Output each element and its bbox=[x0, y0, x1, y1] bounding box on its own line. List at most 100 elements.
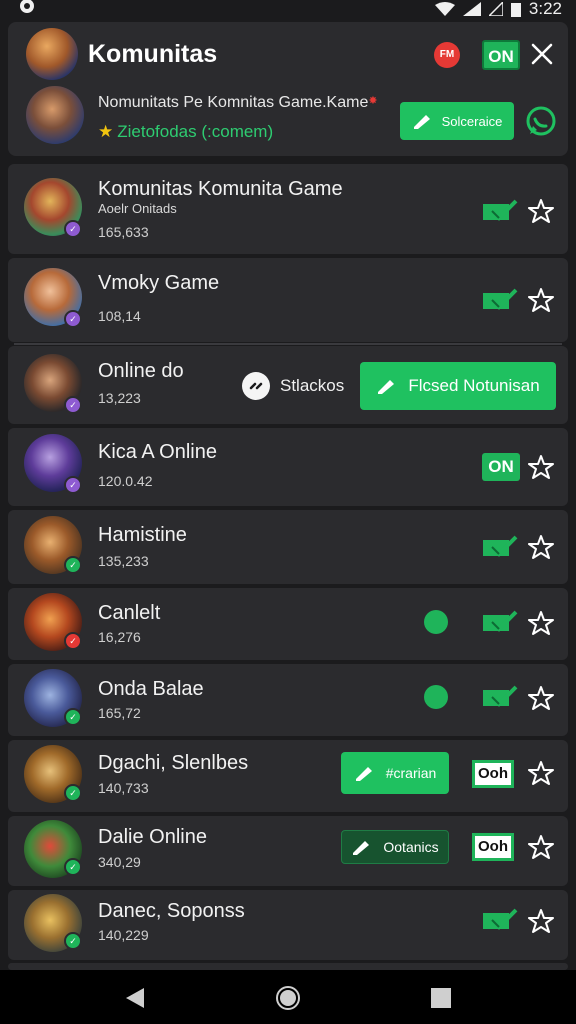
star-outline-icon[interactable] bbox=[528, 908, 554, 934]
check-icon[interactable] bbox=[482, 199, 518, 223]
star-outline-icon[interactable] bbox=[528, 287, 554, 313]
item-action-label: #crarian bbox=[385, 765, 437, 781]
item-title: Dgachi, Slenlbes bbox=[98, 752, 249, 774]
item-count: 165,633 bbox=[98, 224, 149, 240]
purple-badge-icon: ✓ bbox=[64, 220, 82, 238]
chat-icon[interactable] bbox=[524, 104, 558, 138]
header-action-label: Solceraice bbox=[441, 113, 503, 129]
item-count: 140,733 bbox=[98, 780, 149, 796]
oh-badge[interactable]: Ooh bbox=[472, 833, 514, 861]
header-action-button[interactable]: Solceraice bbox=[400, 102, 514, 140]
item-action-button[interactable]: #crarian bbox=[341, 752, 449, 794]
list-item[interactable]: ✓ Kica A Online 120.0.42 ON bbox=[8, 428, 568, 506]
community-subtitle: Nomunitats Pe Komnitas Game.Kame✸ bbox=[98, 94, 378, 112]
item-action-button[interactable]: Flcsed Notunisan bbox=[360, 362, 556, 410]
item-count: 120.0.42 bbox=[98, 473, 153, 489]
status-chip-label: Stlackos bbox=[280, 376, 345, 395]
item-count: 135,233 bbox=[98, 553, 149, 569]
star-outline-icon[interactable] bbox=[528, 685, 554, 711]
star-outline-icon[interactable] bbox=[528, 760, 554, 786]
item-title: Dalie Online bbox=[98, 826, 207, 848]
list-item[interactable]: ✓ Onda Balae 165,72 bbox=[8, 664, 568, 736]
star-icon: ★ bbox=[98, 122, 114, 141]
edit-icon bbox=[353, 841, 370, 855]
clock: 3:22 bbox=[528, 0, 562, 18]
back-icon[interactable] bbox=[124, 986, 146, 1010]
item-action-label: Flcsed Notunisan bbox=[408, 376, 540, 395]
star-outline-icon[interactable] bbox=[528, 454, 554, 480]
check-icon[interactable] bbox=[482, 610, 518, 634]
community-highlight-text: Zietofodas (:comem) bbox=[117, 122, 274, 141]
list-item[interactable]: ✓ Dgachi, Slenlbes 140,733 #crarian Ooh bbox=[8, 740, 568, 812]
item-title: Kica A Online bbox=[98, 441, 217, 463]
green-badge-icon: ✓ bbox=[64, 708, 82, 726]
item-count: 13,223 bbox=[98, 390, 141, 406]
list-item-partial[interactable] bbox=[8, 963, 568, 970]
star-outline-icon[interactable] bbox=[528, 534, 554, 560]
star-outline-icon[interactable] bbox=[528, 198, 554, 224]
on-toggle[interactable]: ON bbox=[482, 40, 520, 70]
community-subtitle-text: Nomunitats Pe Komnitas Game.Kame bbox=[98, 94, 369, 111]
list-item[interactable]: ✓ Danec, Soponss 140,229 bbox=[8, 890, 568, 960]
location-icon bbox=[20, 0, 34, 13]
close-icon[interactable] bbox=[530, 40, 554, 68]
edit-icon bbox=[355, 767, 372, 781]
list-item[interactable]: ✓ Komunitas Komunita Game Aoelr Onitads … bbox=[8, 164, 568, 254]
red-star-icon: ✸ bbox=[368, 95, 378, 107]
check-icon[interactable] bbox=[482, 288, 518, 312]
signal-icon-2 bbox=[488, 2, 503, 16]
item-title: Vmoky Game bbox=[98, 272, 220, 294]
list-item[interactable]: ✓ Hamistine 135,233 bbox=[8, 510, 568, 584]
item-title: Online do bbox=[98, 360, 184, 382]
red-badge-icon: ✓ bbox=[64, 632, 82, 650]
community-header: Komunitas FM ON Nomunitats Pe Komnitas G… bbox=[8, 22, 568, 156]
fm-badge[interactable]: FM bbox=[434, 42, 460, 68]
purple-badge-icon: ✓ bbox=[64, 476, 82, 494]
recents-icon[interactable] bbox=[430, 987, 452, 1009]
battery-icon bbox=[510, 2, 521, 17]
item-count: 108,14 bbox=[98, 308, 141, 324]
signal-icon bbox=[462, 2, 481, 16]
green-badge-icon: ✓ bbox=[64, 858, 82, 876]
list-item[interactable]: ✓ Canlelt 16,276 bbox=[8, 588, 568, 660]
item-count: 165,72 bbox=[98, 705, 141, 721]
oh-badge[interactable]: Ooh bbox=[472, 760, 514, 788]
purple-badge-icon: ✓ bbox=[64, 310, 82, 328]
item-count: 140,229 bbox=[98, 927, 149, 943]
item-count: 340,29 bbox=[98, 854, 141, 870]
community-highlight: ★ Zietofodas (:comem) bbox=[98, 122, 273, 142]
online-status-icon bbox=[424, 685, 448, 709]
item-title: Danec, Soponss bbox=[98, 900, 245, 922]
online-status-icon bbox=[424, 610, 448, 634]
edit-icon bbox=[413, 115, 430, 129]
divider bbox=[14, 343, 562, 345]
item-title: Onda Balae bbox=[98, 678, 204, 700]
list-item[interactable]: ✓ Dalie Online 340,29 Ootanics Ooh bbox=[8, 816, 568, 886]
status-chip[interactable]: Stlackos bbox=[242, 372, 344, 400]
green-badge-icon: ✓ bbox=[64, 932, 82, 950]
page-title: Komunitas bbox=[88, 40, 218, 68]
check-icon[interactable] bbox=[482, 908, 518, 932]
refresh-icon bbox=[242, 372, 270, 400]
item-subtitle: Aoelr Onitads bbox=[98, 201, 177, 216]
home-icon[interactable] bbox=[275, 985, 301, 1011]
star-outline-icon[interactable] bbox=[528, 834, 554, 860]
status-bar: 3:22 bbox=[0, 0, 576, 18]
community-avatar bbox=[26, 28, 78, 80]
navigation-bar bbox=[0, 970, 576, 1024]
list-item[interactable]: ✓ Vmoky Game 108,14 bbox=[8, 258, 568, 342]
user-avatar bbox=[26, 86, 84, 144]
edit-icon bbox=[378, 380, 395, 394]
green-badge-icon: ✓ bbox=[64, 784, 82, 802]
on-toggle[interactable]: ON bbox=[482, 453, 520, 481]
item-title: Canlelt bbox=[98, 602, 161, 624]
green-badge-icon: ✓ bbox=[64, 556, 82, 574]
check-icon[interactable] bbox=[482, 535, 518, 559]
list-item[interactable]: ✓ Online do 13,223 Stlackos Flcsed Notun… bbox=[8, 346, 568, 424]
item-action-label: Ootanics bbox=[383, 839, 439, 855]
star-outline-icon[interactable] bbox=[528, 610, 554, 636]
purple-badge-icon: ✓ bbox=[64, 396, 82, 414]
wifi-icon bbox=[434, 2, 455, 16]
item-action-button[interactable]: Ootanics bbox=[341, 830, 449, 864]
check-icon[interactable] bbox=[482, 685, 518, 709]
